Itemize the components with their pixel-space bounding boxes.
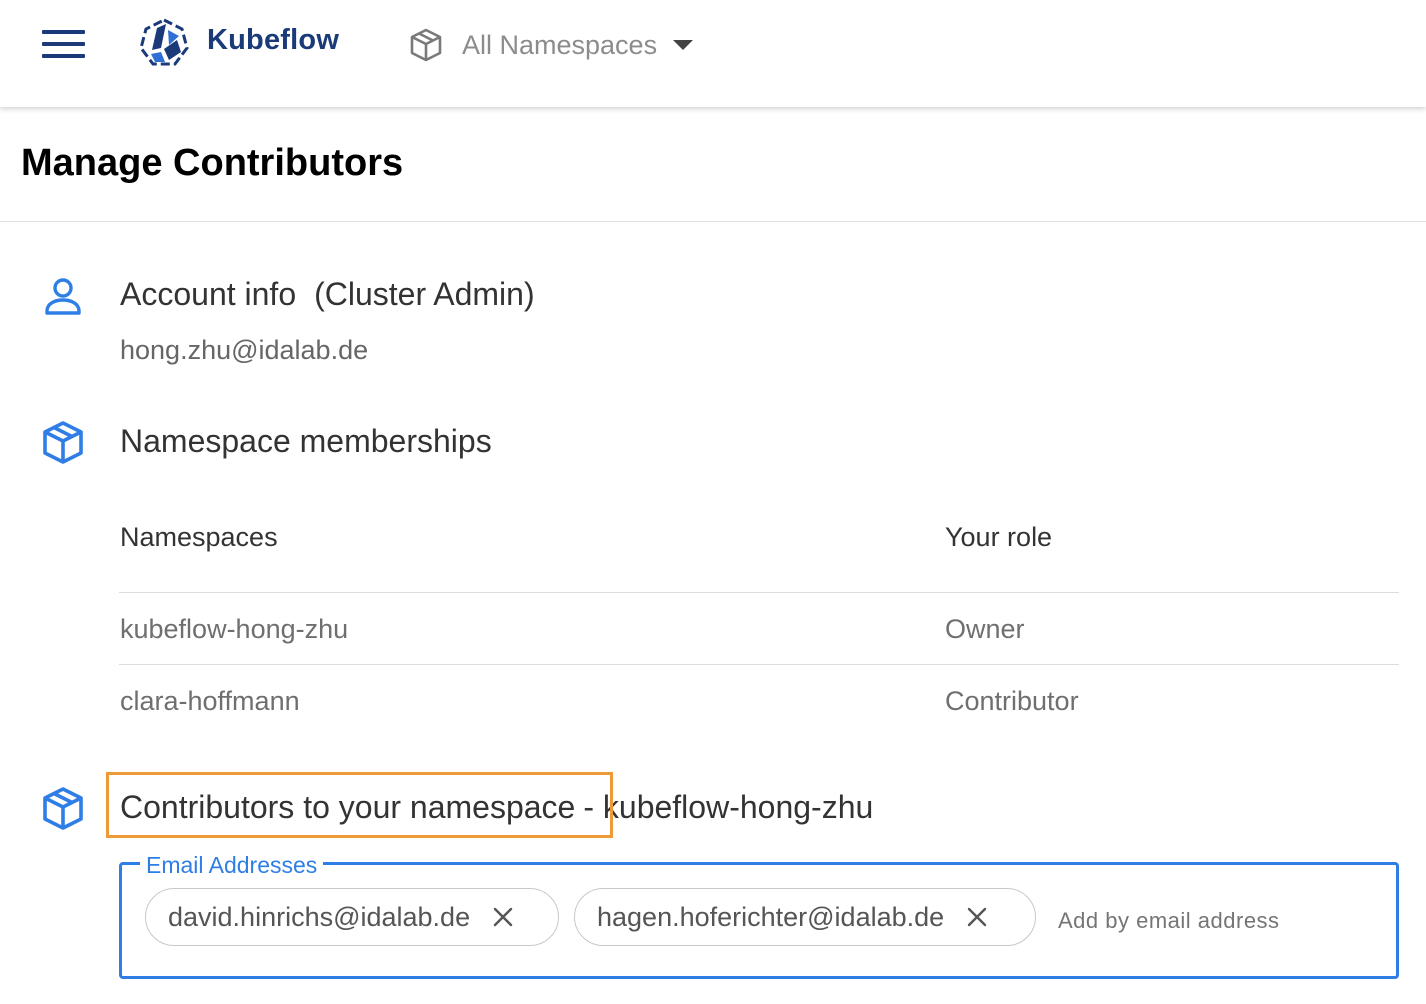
cube-icon [410,28,442,62]
namespace-memberships-title: Namespace memberships [120,423,492,459]
brand-name[interactable]: Kubeflow [207,24,339,57]
contributor-chip-label: david.hinrichs@idalab.de [168,901,471,932]
email-addresses-label: Email Addresses [140,852,324,879]
top-app-bar: Kubeflow All Namespaces [0,0,1426,107]
table-divider [119,592,1399,593]
table-divider [119,664,1399,665]
hamburger-line [42,54,85,58]
contributors-namespace-name: - kubeflow-hong-zhu [583,789,874,825]
contributor-chip-label: hagen.hoferichter@idalab.de [597,901,945,932]
cube-icon [43,787,83,830]
hamburger-menu-icon [42,30,85,34]
table-cell-namespace: kubeflow-hong-zhu [120,614,349,644]
highlight-annotation-box [106,772,613,838]
column-header-namespaces: Namespaces [120,522,278,552]
caret-down-icon [673,40,694,50]
add-email-input[interactable] [1058,898,1378,944]
account-email: hong.zhu@idalab.de [120,335,369,365]
table-cell-namespace: clara-hoffmann [120,686,300,716]
contributor-chip[interactable]: david.hinrichs@idalab.de [145,888,559,946]
table-cell-role: Contributor [945,686,1079,716]
close-icon[interactable] [964,904,990,930]
column-header-role: Your role [945,522,1053,552]
namespace-selector[interactable]: All Namespaces [408,22,694,68]
contributor-chip[interactable]: hagen.hoferichter@idalab.de [574,888,1036,946]
person-icon [45,278,81,315]
kubeflow-logo[interactable] [139,18,189,68]
page-title: Manage Contributors [21,142,404,184]
hamburger-menu-button[interactable] [36,22,92,68]
hamburger-line [42,42,85,46]
account-info-heading: Account info [120,276,297,312]
table-cell-role: Owner [945,614,1025,644]
account-role-badge: (Cluster Admin) [314,276,535,312]
namespace-selector-label: All Namespaces [462,29,658,60]
account-info-title: Account info (Cluster Admin) [120,276,535,313]
cube-icon [43,421,83,464]
title-divider [0,221,1426,222]
close-icon[interactable] [490,904,516,930]
